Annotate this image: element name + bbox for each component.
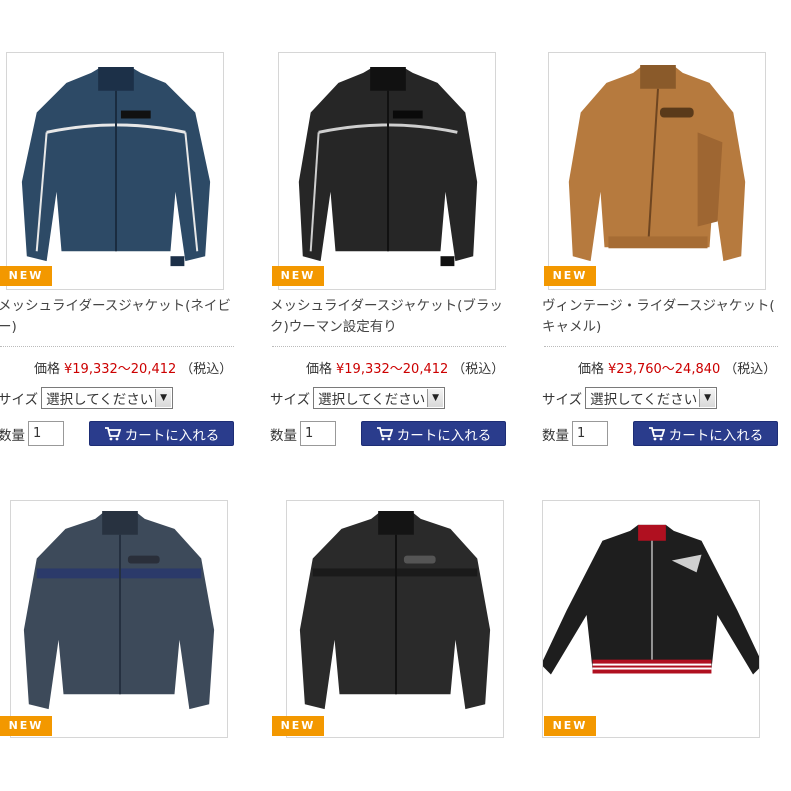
product-title-line[interactable]: ク)ウーマン設定有り <box>270 317 510 338</box>
quantity-label: 数量 <box>0 427 25 444</box>
jacket-image <box>21 66 211 267</box>
price-row: 価格 ¥19,332～20,412 （税込） <box>34 358 232 377</box>
size-select[interactable]: 選択してください ▼ <box>313 387 446 409</box>
product-title[interactable]: メッシュライダースジャケット(ブラッ ク)ウーマン設定有り <box>270 296 510 338</box>
size-row: サイズ 選択してください ▼ <box>0 387 174 409</box>
product-title-line[interactable]: メッシュライダースジャケット(ネイビ <box>0 296 238 317</box>
new-badge: NEW <box>272 266 324 286</box>
quantity-input[interactable]: 1 <box>28 421 64 446</box>
size-label: サイズ <box>542 392 583 408</box>
price-value: ¥19,332～20,412 <box>336 362 449 377</box>
product-image[interactable] <box>278 52 496 290</box>
add-to-cart-button[interactable]: カートに入れる <box>89 421 234 446</box>
size-label: サイズ <box>0 392 39 408</box>
size-label: サイズ <box>270 392 311 408</box>
add-to-cart-label: カートに入れる <box>124 427 220 444</box>
new-badge: NEW <box>544 716 596 736</box>
quantity-label: 数量 <box>270 427 297 444</box>
product-image[interactable] <box>542 500 760 738</box>
divider <box>544 346 778 347</box>
cart-icon <box>104 426 121 441</box>
size-row: サイズ 選択してください ▼ <box>270 387 446 409</box>
product-image[interactable] <box>548 52 766 290</box>
quantity-row: 数量 1 <box>0 421 64 446</box>
tax-label: （税込） <box>724 362 777 377</box>
price-row: 価格 ¥23,760～24,840 （税込） <box>578 358 776 377</box>
jacket-image <box>23 511 215 710</box>
quantity-label: 数量 <box>542 427 569 444</box>
price-label: 価格 <box>306 362 333 377</box>
new-badge: NEW <box>0 716 52 736</box>
jacket-image <box>298 66 478 267</box>
product-title-line[interactable]: メッシュライダースジャケット(ブラッ <box>270 296 510 317</box>
size-select[interactable]: 選択してください ▼ <box>41 387 174 409</box>
price-value: ¥23,760～24,840 <box>608 362 721 377</box>
tax-label: （税込） <box>180 362 233 377</box>
product-image[interactable] <box>6 52 224 290</box>
price-value: ¥19,332～20,412 <box>64 362 177 377</box>
chevron-down-icon[interactable]: ▼ <box>699 389 716 407</box>
quantity-row: 数量 1 <box>542 421 608 446</box>
product-title-line[interactable]: ヴィンテージ・ライダースジャケット( <box>542 296 782 317</box>
product-image[interactable] <box>286 500 504 738</box>
divider <box>0 346 234 347</box>
product-title-line[interactable]: ー) <box>0 317 238 338</box>
product-title[interactable]: ヴィンテージ・ライダースジャケット( キャメル) <box>542 296 782 338</box>
cart-icon <box>376 426 393 441</box>
price-row: 価格 ¥19,332～20,412 （税込） <box>306 358 504 377</box>
size-select-value: 選択してください <box>318 392 426 408</box>
add-to-cart-label: カートに入れる <box>668 427 764 444</box>
jacket-image <box>568 64 746 262</box>
chevron-down-icon[interactable]: ▼ <box>427 389 444 407</box>
quantity-input[interactable]: 1 <box>572 421 608 446</box>
add-to-cart-button[interactable]: カートに入れる <box>361 421 506 446</box>
product-title-line[interactable]: キャメル) <box>542 317 782 338</box>
size-select[interactable]: 選択してください ▼ <box>585 387 718 409</box>
price-label: 価格 <box>578 362 605 377</box>
cart-icon <box>648 426 665 441</box>
new-badge: NEW <box>0 266 52 286</box>
add-to-cart-label: カートに入れる <box>396 427 492 444</box>
new-badge: NEW <box>544 266 596 286</box>
size-row: サイズ 選択してください ▼ <box>542 387 718 409</box>
jacket-image <box>299 511 491 710</box>
tax-label: （税込） <box>452 362 505 377</box>
size-select-value: 選択してください <box>46 392 154 408</box>
new-badge: NEW <box>272 716 324 736</box>
divider <box>272 346 506 347</box>
product-image[interactable] <box>10 500 228 738</box>
product-title[interactable]: メッシュライダースジャケット(ネイビ ー) <box>0 296 238 338</box>
quantity-input[interactable]: 1 <box>300 421 336 446</box>
size-select-value: 選択してください <box>590 392 698 408</box>
quantity-row: 数量 1 <box>270 421 336 446</box>
price-label: 価格 <box>34 362 61 377</box>
add-to-cart-button[interactable]: カートに入れる <box>633 421 778 446</box>
chevron-down-icon[interactable]: ▼ <box>155 389 172 407</box>
jacket-image <box>543 524 759 675</box>
